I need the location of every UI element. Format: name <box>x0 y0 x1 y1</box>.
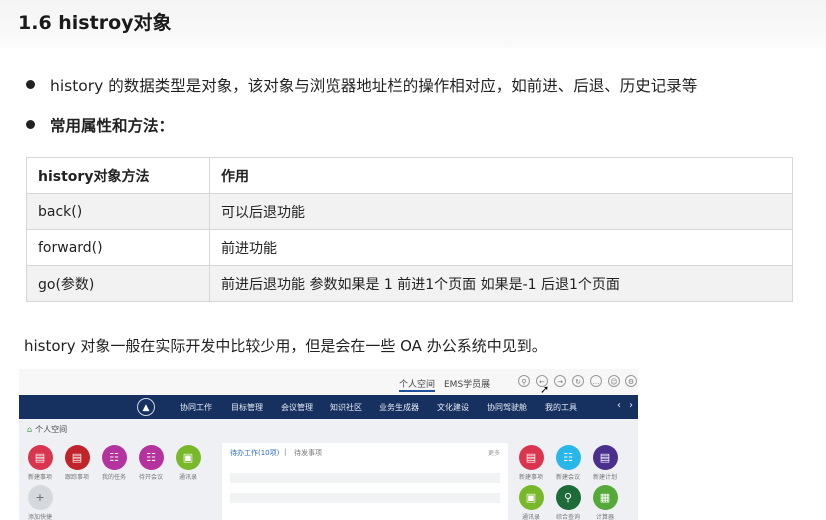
app-contacts-right[interactable]: ▣ 通讯录 <box>515 485 547 520</box>
search-icon[interactable]: ⚲ <box>518 375 530 387</box>
nav-item[interactable]: 目标管理 <box>231 402 263 413</box>
app-track-item[interactable]: ▤ 跟踪事项 <box>61 445 93 481</box>
oa-main-nav: ▲ 协同工作 目标管理 会议管理 知识社区 业务生成器 文化建设 协同驾驶舱 我… <box>19 395 638 419</box>
app-search[interactable]: ⚲ 综合查询 <box>552 485 584 520</box>
nav-item[interactable]: 文化建设 <box>437 402 469 413</box>
app-label: 通讯录 <box>521 514 540 520</box>
app-label: 计算器 <box>595 514 614 520</box>
column-header-method: history对象方法 <box>26 157 210 194</box>
app-meetings[interactable]: ☷ 待开会议 <box>135 445 167 481</box>
bullet-dot <box>26 80 35 89</box>
refresh-icon[interactable]: ↻ <box>572 375 584 387</box>
more-link[interactable]: 更多 <box>488 448 500 457</box>
app-add-shortcut[interactable]: + 添加快捷 <box>24 485 56 520</box>
nav-item[interactable]: 知识社区 <box>330 402 362 413</box>
forward-icon[interactable]: → <box>554 375 566 387</box>
app-icon: ▤ <box>27 445 53 470</box>
settings-icon[interactable]: ⚙ <box>625 375 637 387</box>
chevron-left-icon[interactable]: ‹ <box>617 400 621 411</box>
app-new-meeting[interactable]: ☷ 新建会议 <box>552 445 584 481</box>
table-row: go(参数) 前进后退功能 参数如果是 1 前进1个页面 如果是-1 后退1个页… <box>26 265 793 302</box>
app-new-plan[interactable]: ▤ 新建计划 <box>589 445 621 481</box>
app-icon: ☷ <box>101 445 127 470</box>
app-contacts[interactable]: ▣ 通讯录 <box>172 445 204 481</box>
home-icon: ⌂ <box>27 425 33 434</box>
app-label: 添加快捷 <box>27 514 52 520</box>
column-header-purpose: 作用 <box>209 157 793 194</box>
plus-icon: + <box>27 485 53 510</box>
app-label: 综合查询 <box>555 514 580 520</box>
method-cell: forward() <box>26 229 210 266</box>
app-label: 我的任务 <box>101 474 126 481</box>
bullet-text: 常用属性和方法： <box>50 117 175 135</box>
oa-space-label: 个人空间 <box>35 425 68 434</box>
app-label: 通讯录 <box>178 474 197 481</box>
tab-pending-send[interactable]: 待发事项 <box>294 448 322 458</box>
usage-paragraph: history 对象一般在实际开发中比较少用，但是会在一些 OA 办公系统中见到… <box>24 337 547 355</box>
mouse-cursor-icon: ➚ <box>540 383 550 396</box>
app-icon: ▤ <box>592 445 618 470</box>
app-new-item[interactable]: ▤ 新建事项 <box>24 445 56 481</box>
method-cell: go(参数) <box>26 265 210 302</box>
bullet-text: history 的数据类型是对象，该对象与浏览器地址栏的操作相对应，如前进、后退… <box>50 77 698 95</box>
nav-item[interactable]: 会议管理 <box>281 402 313 413</box>
placeholder-row <box>230 493 500 503</box>
placeholder-row <box>230 473 500 483</box>
app-icon: ⚲ <box>555 485 581 510</box>
app-new-item-right[interactable]: ▤ 新建事项 <box>515 445 547 481</box>
tab-divider: | <box>284 448 287 456</box>
app-icon: ▣ <box>518 485 544 510</box>
user-icon[interactable]: ☺ <box>608 375 620 387</box>
app-calculator[interactable]: ▦ 计算器 <box>589 485 621 520</box>
oa-space-breadcrumb: ⌂ 个人空间 <box>27 424 67 435</box>
bullet-dot <box>26 120 35 129</box>
bullet-history-type: history 的数据类型是对象，该对象与浏览器地址栏的操作相对应，如前进、后退… <box>26 74 697 96</box>
app-label: 新建会议 <box>555 474 580 481</box>
app-icon: ▤ <box>518 445 544 470</box>
nav-item[interactable]: 我的工具 <box>545 402 577 413</box>
app-label: 新建事项 <box>518 474 543 481</box>
page-title: 1.6 histroy对象 <box>18 12 172 34</box>
app-label: 新建事项 <box>27 474 52 481</box>
oa-tab-ems[interactable]: EMS学员展 <box>444 377 490 390</box>
app-label: 待开会议 <box>138 474 163 481</box>
table-row: forward() 前进功能 <box>26 229 793 266</box>
chat-icon[interactable]: … <box>590 375 602 387</box>
method-cell: back() <box>26 193 210 230</box>
nav-item[interactable]: 业务生成器 <box>379 402 419 413</box>
app-icon: ▤ <box>64 445 90 470</box>
oa-logo-icon: ▲ <box>137 398 155 416</box>
tab-todo-work[interactable]: 待办工作(10项) <box>230 448 279 458</box>
nav-item[interactable]: 协同驾驶舱 <box>487 402 527 413</box>
app-icon: ☷ <box>138 445 164 470</box>
oa-todo-panel: 待办工作(10项) | 待发事项 更多 <box>222 443 508 520</box>
purpose-cell: 可以后退功能 <box>209 193 793 230</box>
table-header-row: history对象方法 作用 <box>26 157 793 194</box>
oa-tab-personal-space[interactable]: 个人空间 <box>399 377 436 392</box>
app-icon: ☷ <box>555 445 581 470</box>
table-row: back() 可以后退功能 <box>26 193 793 230</box>
bullet-methods-heading: 常用属性和方法： <box>26 114 174 136</box>
app-icon: ▣ <box>175 445 201 470</box>
nav-item[interactable]: 协同工作 <box>180 402 212 413</box>
purpose-cell: 前进功能 <box>209 229 793 266</box>
chevron-right-icon[interactable]: › <box>629 400 633 411</box>
methods-table: history对象方法 作用 back() 可以后退功能 forward() 前… <box>26 157 793 302</box>
purpose-cell: 前进后退功能 参数如果是 1 前进1个页面 如果是-1 后退1个页面 <box>209 265 793 302</box>
app-label: 跟踪事项 <box>64 474 89 481</box>
app-label: 新建计划 <box>592 474 617 481</box>
app-my-tasks[interactable]: ☷ 我的任务 <box>98 445 130 481</box>
app-icon: ▦ <box>592 485 618 510</box>
